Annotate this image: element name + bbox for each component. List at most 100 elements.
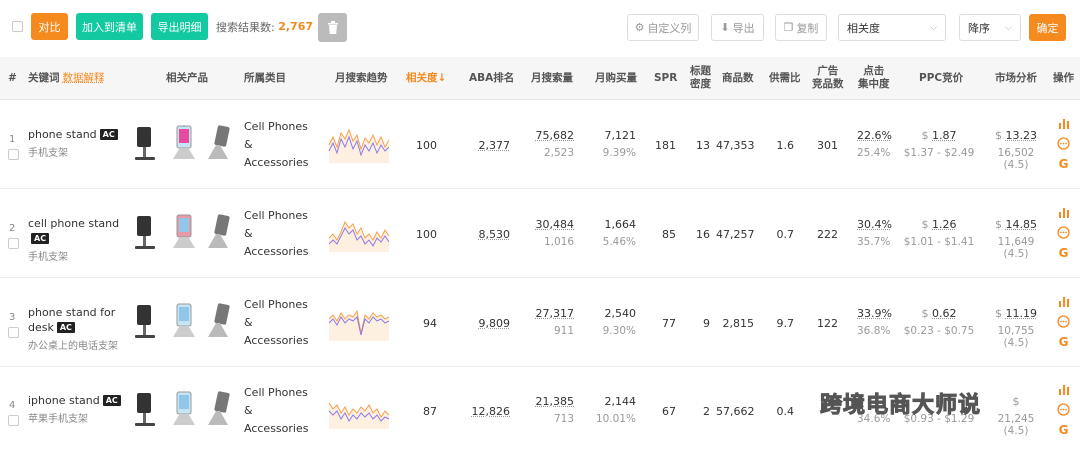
dollar-sign: $ <box>1013 395 1020 408</box>
keyword-link[interactable]: phone stand for <box>28 305 128 320</box>
google-icon[interactable]: G <box>1059 336 1069 348</box>
product-thumb[interactable] <box>202 123 236 163</box>
category-cell: Cell Phones & Accessories <box>244 296 308 350</box>
col-ppc[interactable]: PPC竞价 <box>919 72 963 85</box>
aba-rank[interactable]: 2,377 <box>470 139 510 152</box>
aba-rank[interactable]: 8,530 <box>470 228 510 241</box>
bar-chart-icon[interactable] <box>1058 295 1070 307</box>
dollar-sign: $ <box>922 307 929 320</box>
product-thumb[interactable] <box>131 123 165 163</box>
ad-products-value: 301 <box>814 139 838 152</box>
category-cell: Cell Phones & Accessories <box>244 118 308 172</box>
relevance-value: 100 <box>405 139 437 152</box>
add-to-list-button[interactable]: 加入到清单 <box>76 13 143 40</box>
trend-sparkline[interactable] <box>327 125 393 166</box>
supply-demand-value: 0.7 <box>774 228 794 241</box>
more-icon[interactable] <box>1057 315 1070 328</box>
row-checkbox[interactable] <box>8 327 19 338</box>
row-checkbox[interactable] <box>8 415 19 426</box>
product-thumb[interactable] <box>167 301 201 341</box>
bar-chart-icon[interactable] <box>1058 383 1070 395</box>
row-number: 2 <box>9 223 15 234</box>
col-monthly-search[interactable]: 月搜索量 <box>531 72 573 85</box>
monthly-buy-cell: 1,664 5.46% <box>590 218 636 248</box>
ad-products-value: 122 <box>814 317 838 330</box>
google-icon[interactable]: G <box>1059 424 1069 436</box>
col-products-count[interactable]: 商品数 <box>722 72 754 85</box>
row-actions: G <box>1057 206 1070 259</box>
keyword-link[interactable]: cell phone standAC <box>28 216 128 246</box>
trend-sparkline[interactable] <box>327 303 393 344</box>
more-icon[interactable] <box>1057 137 1070 150</box>
col-supply-demand[interactable]: 供需比 <box>769 72 801 85</box>
keyword-cell: phone stand for desk AC 办公桌上的电话支架 <box>28 305 128 352</box>
data-explain-link[interactable]: 数据解释 <box>63 72 105 84</box>
col-click-concentration[interactable]: 点击 集中度 <box>858 65 890 91</box>
row-checkbox[interactable] <box>8 149 19 160</box>
product-thumb[interactable] <box>131 389 165 429</box>
product-thumb[interactable] <box>167 123 201 163</box>
google-icon[interactable]: G <box>1059 158 1069 170</box>
col-trend: 月搜索趋势 <box>335 72 388 85</box>
table-row: 3 phone stand for desk AC 办公桌上的电话支架 Cell … <box>0 279 1080 367</box>
col-spr[interactable]: SPR <box>654 72 677 85</box>
keyword-link[interactable]: phone stand AC <box>28 127 128 142</box>
bar-chart-icon[interactable] <box>1058 117 1070 129</box>
product-thumb[interactable] <box>202 212 236 252</box>
product-thumb[interactable] <box>202 301 236 341</box>
market-cell: $ 11.19 10,755 (4.5) <box>984 307 1048 349</box>
products-count-value: 47,353 <box>716 139 754 152</box>
keyword-link[interactable]: iphone stand AC <box>28 393 128 408</box>
more-icon[interactable] <box>1057 403 1070 416</box>
col-relevance[interactable]: 相关度↓ <box>406 72 446 85</box>
trend-sparkline[interactable] <box>327 214 393 255</box>
google-icon[interactable]: G <box>1059 247 1069 259</box>
aba-rank[interactable]: 9,809 <box>470 317 510 330</box>
keyword-cell: cell phone standAC 手机支架 <box>28 216 128 263</box>
products-count-value: 2,815 <box>716 317 754 330</box>
product-thumb[interactable] <box>167 212 201 252</box>
col-aba[interactable]: ABA排名 <box>469 72 514 85</box>
copy-icon: ❐ <box>784 21 794 34</box>
product-thumb[interactable] <box>131 301 165 341</box>
row-number: 3 <box>9 312 15 323</box>
product-thumb[interactable] <box>202 389 236 429</box>
select-all-checkbox[interactable] <box>12 21 23 32</box>
col-market[interactable]: 市场分析 <box>995 72 1037 85</box>
keyword-cell: phone stand AC 手机支架 <box>28 127 128 159</box>
table-row: 2 cell phone standAC 手机支架 Cell Phones & Ac… <box>0 190 1080 278</box>
custom-columns-button[interactable]: ⚙ 自定义列 <box>627 14 699 41</box>
col-products: 相关产品 <box>166 72 208 85</box>
dollar-sign: $ <box>995 129 1002 142</box>
col-title-density[interactable]: 标题 密度 <box>690 65 711 91</box>
bar-chart-icon[interactable] <box>1058 206 1070 218</box>
trend-sparkline[interactable] <box>327 391 393 432</box>
export-detail-button[interactable]: 导出明细 <box>151 13 208 40</box>
confirm-button[interactable]: 确定 <box>1029 14 1066 41</box>
product-thumb[interactable] <box>167 389 201 429</box>
table-header: # 关键词 数据解释 相关产品 所属类目 月搜索趋势 相关度↓ ABA排名 月搜索… <box>0 57 1080 100</box>
row-actions: G <box>1057 117 1070 170</box>
col-category: 所属类目 <box>244 72 286 85</box>
col-ad-products[interactable]: 广告 竞品数 <box>812 65 844 91</box>
row-number: 4 <box>9 400 15 411</box>
export-button[interactable]: ⬇ 导出 <box>711 14 764 41</box>
toolbar: 对比 加入到清单 导出明细 搜索结果数: 2,767 ⚙ 自定义列 ⬇ 导出 ❐ 复制… <box>0 0 1080 56</box>
delete-button[interactable] <box>318 13 347 42</box>
supply-demand-value: 0.4 <box>774 405 794 418</box>
row-checkbox[interactable] <box>8 238 19 249</box>
copy-button[interactable]: ❐ 复制 <box>775 14 827 41</box>
click-concentration-cell: 30.4% 35.7% <box>857 218 893 248</box>
sort-order-select[interactable]: 降序 ⌵ <box>959 14 1021 41</box>
sort-field-select[interactable]: 相关度 ⌵ <box>838 14 946 41</box>
product-thumb[interactable] <box>131 212 165 252</box>
compare-button[interactable]: 对比 <box>31 13 68 40</box>
col-monthly-buy[interactable]: 月购买量 <box>595 72 637 85</box>
more-icon[interactable] <box>1057 226 1070 239</box>
click-concentration-cell: 22.6% 25.4% <box>857 129 893 159</box>
spr-value: 77 <box>652 317 676 330</box>
aba-rank[interactable]: 12,826 <box>470 405 510 418</box>
spr-value: 181 <box>652 139 676 152</box>
ppc-cell: $ 1.87 $1.37 - $2.49 <box>903 129 975 159</box>
title-density-value: 13 <box>692 139 710 152</box>
